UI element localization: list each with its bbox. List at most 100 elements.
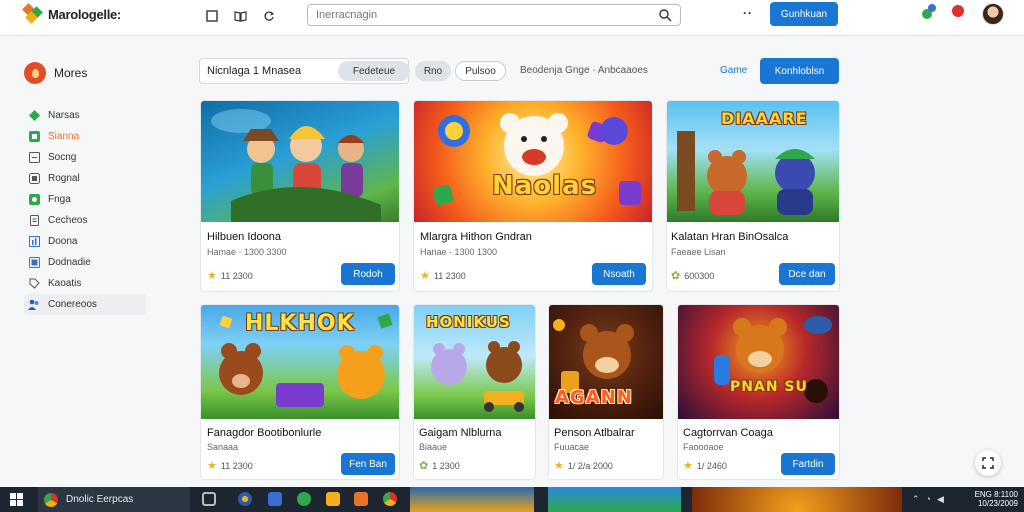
filter-input-value: Nicnlaga 1 Mnasea — [207, 65, 302, 77]
card-button[interactable]: Fen Ban — [341, 453, 395, 475]
sidebar-item-doona[interactable]: Doona — [24, 231, 146, 252]
card-button[interactable]: Fartdin — [781, 453, 835, 475]
filter-cta-button[interactable]: Konhloblsn — [760, 58, 839, 84]
card-button[interactable]: Nsoath — [592, 263, 646, 285]
game-art-title: AGANN — [555, 387, 633, 408]
card-subtitle: Faoooaoe — [683, 442, 724, 452]
sidebar-item-rognal[interactable]: Rognal — [24, 168, 146, 189]
game-card[interactable]: Hilbuen Idoona Hamae · 1300 3300 ★ 11 230… — [200, 100, 400, 292]
chevron-up-icon[interactable]: ⌃ — [912, 494, 920, 505]
taskview-icon[interactable] — [202, 492, 216, 506]
card-title: Kalatan Hran BinOsalca — [671, 231, 789, 243]
bear-art — [432, 113, 641, 206]
game-thumbnail[interactable]: Naolas — [414, 101, 652, 222]
game-card[interactable]: HONIKUS Gaigam Nlblurna Biaaue ✿ 1 2300 — [413, 304, 536, 480]
browser-icon[interactable] — [238, 492, 252, 506]
star-icon: ★ — [683, 460, 693, 472]
game-card[interactable]: AGANN Penson Atlbalrar Fuuacae ★ 1/ 2/a 2… — [548, 304, 664, 480]
card-rating: ✿ 1 2300 — [419, 459, 460, 472]
game-thumbnail[interactable] — [201, 101, 399, 222]
card-button[interactable]: Rodoh — [341, 263, 395, 285]
clock[interactable]: ENG 8:1100 10/23/2009 — [975, 490, 1018, 508]
game-thumbnail[interactable]: AGANN — [549, 305, 663, 419]
sidebar-item-socng[interactable]: Socng — [24, 147, 146, 168]
windows-start-icon[interactable] — [10, 493, 23, 506]
avatar[interactable] — [982, 3, 1004, 25]
volume-icon[interactable]: ◀ — [937, 494, 944, 505]
sidebar-nav: Narsas Sianna Socng Rognal Fnga Cecheos … — [24, 105, 146, 315]
sidebar-item-narsas[interactable]: Narsas — [24, 105, 146, 126]
card-title: Mlargra Hithon Gndran — [420, 231, 532, 243]
chip-fedeteue[interactable]: Fedeteue — [338, 61, 410, 81]
taskbar-tab-label: Dnolic Eerpcas — [66, 494, 134, 505]
card-title: Hilbuen Idoona — [207, 231, 282, 243]
game-card[interactable]: HLKHOK Fanagdor Bootibonlurle Sanaaa ★ 11… — [200, 304, 400, 480]
sidebar-item-sianna[interactable]: Sianna — [24, 126, 146, 147]
fullscreen-button[interactable] — [975, 450, 1001, 476]
app-logo[interactable]: Marologelle: — [22, 3, 121, 24]
square-icon — [28, 152, 40, 164]
mail-icon[interactable] — [268, 492, 282, 506]
clock-date: 10/23/2009 — [977, 499, 1018, 508]
rating-value: 11 2300 — [220, 460, 253, 471]
game-card[interactable]: DIAAARE Kalatan Hran BinOsalca Faeaee Li… — [666, 100, 840, 292]
sidebar-item-kaoatis[interactable]: Kaoatis — [24, 273, 146, 294]
game-thumbnail[interactable]: PNAN SU — [678, 305, 839, 419]
grid-icon — [28, 131, 40, 143]
more-options-icon[interactable]: ·· — [743, 6, 753, 20]
refresh-icon[interactable] — [261, 8, 277, 24]
folder-icon[interactable] — [326, 492, 340, 506]
search-icon[interactable] — [658, 8, 672, 22]
card-rating: ★ 11 2300 — [207, 459, 253, 472]
card-subtitle: Sanaaa — [207, 442, 239, 452]
files-icon[interactable] — [354, 492, 368, 506]
game-thumbnail[interactable]: HONIKUS — [414, 305, 535, 419]
notification-icon[interactable] — [952, 5, 964, 17]
app-icon — [28, 194, 40, 206]
card-rating: ★ 1/ 2460 — [683, 459, 727, 472]
star-icon: ★ — [420, 270, 430, 282]
people-icon — [28, 299, 40, 311]
game-thumbnail[interactable]: HLKHOK — [201, 305, 399, 419]
logo-icon — [22, 3, 43, 24]
star-icon: ★ — [207, 460, 217, 472]
game-card[interactable]: PNAN SU Cagtorrvan Coaga Faoooaoe ★ 1/ 24… — [677, 304, 840, 480]
sidebar-header: Mores — [24, 62, 87, 84]
game-card[interactable]: Naolas Mlargra Hithon Gndran Hanae · 130… — [413, 100, 653, 292]
card-title: Gaigam Nlblurna — [419, 427, 502, 439]
system-tray[interactable]: ⌃ ◔ ◀ — [912, 494, 944, 505]
game-art-title: HONIKUS — [426, 313, 511, 331]
rating-value: 1/ 2460 — [696, 460, 727, 471]
peek-thumbnail — [410, 487, 534, 512]
taskbar-browser-tab[interactable]: Dnolic Eerpcas — [38, 487, 190, 512]
card-subtitle: Faeaee Lisan — [671, 247, 726, 257]
chrome-pinned-icon[interactable] — [383, 492, 397, 506]
chip-rno[interactable]: Rno — [415, 61, 451, 81]
game-thumbnail[interactable]: DIAAARE — [667, 101, 839, 222]
sidebar-item-conereoos[interactable]: Conereoos — [24, 294, 146, 315]
square-icon[interactable] — [204, 8, 220, 24]
search-bar[interactable] — [307, 4, 681, 26]
bars-icon — [28, 236, 40, 248]
game-link[interactable]: Game — [720, 65, 747, 76]
sidebar: Mores Narsas Sianna Socng Rognal Fnga Ce… — [0, 37, 150, 487]
header-cta-button[interactable]: Gunhkuan — [770, 2, 838, 26]
chip-pulsoo[interactable]: Pulsoo — [455, 61, 506, 81]
sidebar-item-label: Kaoatis — [48, 278, 82, 289]
search-input[interactable] — [308, 5, 638, 25]
card-subtitle: Hamae · 1300 3300 — [207, 247, 287, 257]
sidebar-item-dodnadie[interactable]: Dodnadie — [24, 252, 146, 273]
expand-icon — [982, 457, 994, 469]
sidebar-item-fnga[interactable]: Fnga — [24, 189, 146, 210]
sidebar-item-cecheos[interactable]: Cecheos — [24, 210, 146, 231]
apps-dot-icon — [928, 4, 936, 12]
game-art-title: DIAAARE — [721, 109, 808, 128]
top-bar: Marologelle: ·· Gunhkuan — [0, 0, 1024, 36]
rating-value: 1/ 2/a 2000 — [567, 460, 613, 471]
sidebar-item-label: Socng — [48, 152, 77, 163]
book-icon[interactable] — [232, 8, 248, 24]
rating-value: 11 2300 — [433, 270, 466, 281]
card-button[interactable]: Dce dan — [779, 263, 835, 285]
wifi-icon[interactable]: ◔ — [926, 494, 931, 505]
store-icon[interactable] — [297, 492, 311, 506]
